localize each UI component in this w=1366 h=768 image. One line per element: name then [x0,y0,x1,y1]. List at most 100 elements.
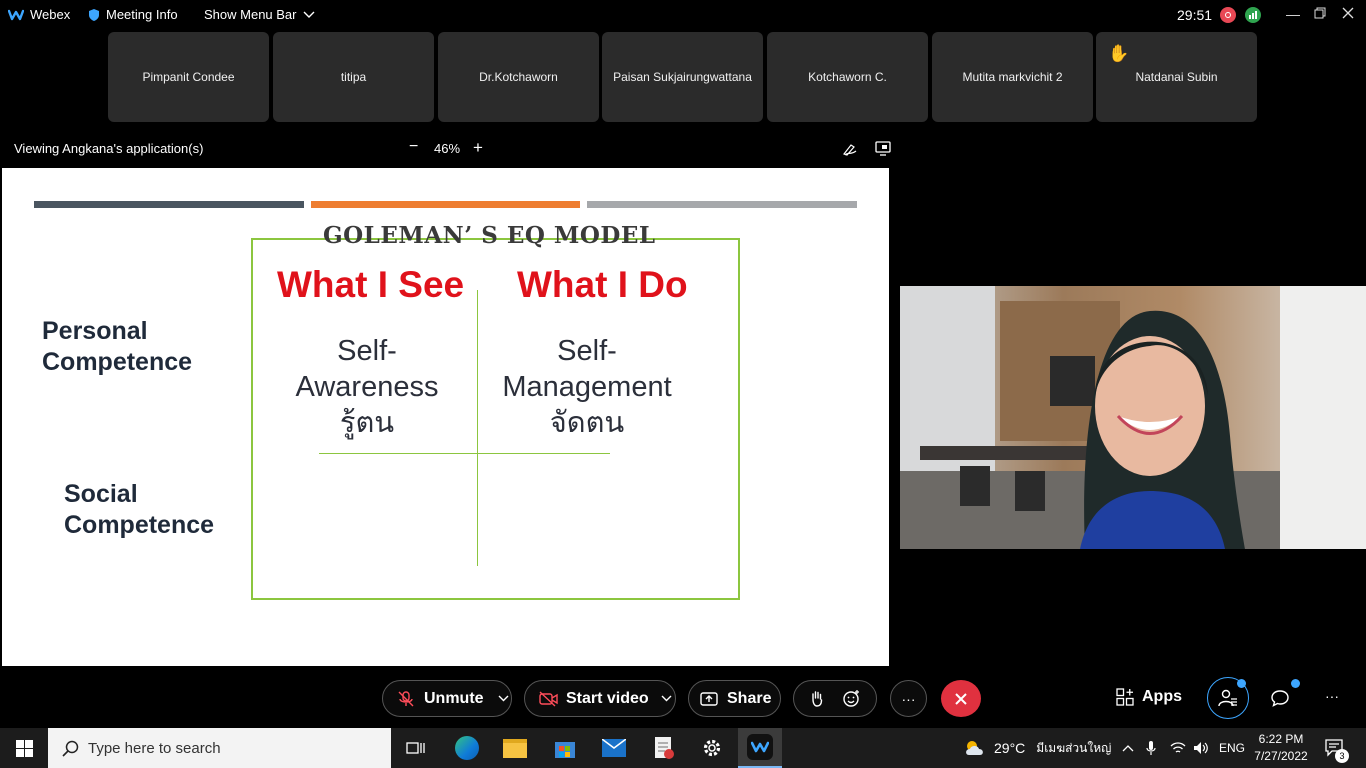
participant-name: Mutita markvichit 2 [962,70,1063,84]
unmute-button[interactable]: Unmute [382,680,512,717]
show-hidden-icons[interactable] [1122,728,1134,768]
webex-app-menu[interactable]: Webex [8,7,70,22]
zoom-in-button[interactable]: + [473,138,483,158]
weather-description: มีเมฆส่วนใหญ่ [1036,740,1112,755]
webex-taskbar-icon[interactable] [738,728,782,768]
participant-name: Dr.Kotchaworn [479,70,558,84]
more-panels-icon[interactable]: ··· [1325,688,1339,704]
raised-hand-icon: ✋ [1108,44,1130,63]
task-view-icon[interactable] [402,734,430,762]
input-language[interactable]: ENG [1219,728,1245,768]
microphone-tray-icon[interactable] [1146,728,1156,768]
settings-gear-icon[interactable] [698,734,726,762]
close-window-icon[interactable] [1342,6,1354,22]
cell-self-management: Self- Management จัดตน [492,333,682,441]
clock-time: 6:22 PM [1258,732,1304,746]
clock-date: 7/27/2022 [1254,749,1308,763]
microsoft-store-icon[interactable] [551,734,579,762]
volume-icon[interactable] [1193,728,1209,768]
cell-line: Management [502,371,672,403]
cell-line: Awareness [295,371,439,403]
cell-line: จัดตน [549,407,625,439]
share-label: Share [727,689,772,707]
slide-bar-gray [587,201,857,208]
cell-self-awareness: Self- Awareness รู้ตน [277,333,457,441]
participant-tile[interactable]: ✋ Natdanai Subin [1096,32,1257,122]
slide-title: GOLEMAN’ S EQ MODEL [323,222,656,249]
apps-label: Apps [1142,688,1182,705]
chevron-down-icon[interactable] [498,695,509,702]
participant-tile[interactable]: Mutita markvichit 2 [932,32,1093,122]
presenter-video[interactable] [900,286,1366,549]
notification-dot [1291,679,1300,688]
row-label-line: Personal [42,317,148,345]
cell-line: Self- [337,335,397,367]
participant-tile[interactable]: titipa [273,32,434,122]
search-icon [62,740,79,757]
windows-start-icon[interactable] [10,734,38,762]
shield-icon [89,8,99,21]
restore-icon[interactable] [1314,6,1326,22]
participant-name: titipa [340,70,367,84]
notification-center-icon[interactable]: 3 [1325,728,1349,768]
edge-browser-icon[interactable] [453,734,481,762]
cell-line: รู้ตน [339,407,395,439]
wifi-icon[interactable] [1170,728,1186,768]
reactions-group [793,680,877,717]
slide-bar-dark [34,201,304,208]
close-icon [955,692,967,705]
pop-out-icon[interactable] [875,141,891,156]
participant-tile[interactable]: Pimpanit Condee [108,32,269,122]
weather-widget[interactable]: 29°C มีเมฆส่วนใหญ่ [963,728,1111,768]
chat-button[interactable] [1270,679,1300,712]
document-app-icon[interactable] [650,734,678,762]
participant-tile[interactable]: Paisan Sukjairungwattana [602,32,763,122]
participants-button[interactable] [1207,677,1249,719]
notification-count-badge: 3 [1335,749,1349,763]
mail-icon[interactable] [600,734,628,762]
windows-taskbar: Type here to search 29°C มีเมฆส่วนใหญ่ E… [0,728,1366,768]
raise-hand-icon[interactable] [809,690,825,707]
meeting-timer: 29:51 [1177,7,1213,23]
participant-name: Natdanai Subin [1135,70,1218,84]
participant-tile[interactable]: Kotchaworn C. [767,32,928,122]
show-menu-bar-label: Show Menu Bar [204,7,297,22]
row-label-line: Social [64,480,138,508]
show-menu-bar-button[interactable]: Show Menu Bar [204,7,315,22]
taskbar-clock[interactable]: 6:22 PM 7/27/2022 [1250,731,1312,765]
share-button[interactable]: Share [688,680,781,717]
annotate-icon[interactable] [842,141,858,157]
apps-grid-icon [1116,688,1134,706]
grid-vertical-line [477,290,478,566]
taskbar-search-input[interactable]: Type here to search [48,728,391,768]
chevron-down-icon[interactable] [661,695,672,702]
more-options-icon: ··· [901,690,916,707]
unmute-label: Unmute [424,689,484,707]
network-stats-icon[interactable] [1245,7,1261,23]
cloud-icon [966,741,983,755]
participant-name: Kotchaworn C. [808,70,887,84]
meeting-info-label: Meeting Info [106,7,178,22]
meeting-info-button[interactable]: Meeting Info [88,7,178,22]
leave-meeting-button[interactable] [941,680,981,717]
share-screen-icon [700,691,718,706]
row-label-line: Competence [64,511,215,539]
more-options-button[interactable]: ··· [890,680,927,717]
apps-button[interactable]: Apps [1116,688,1182,706]
reactions-icon[interactable] [842,689,861,708]
row-label-line: Competence [42,348,193,376]
zoom-out-button[interactable]: − [409,138,418,156]
recording-icon[interactable] [1220,7,1236,23]
file-explorer-icon[interactable] [501,734,529,762]
cell-line: Self- [557,335,617,367]
participant-tile[interactable]: Dr.Kotchaworn [438,32,599,122]
start-video-button[interactable]: Start video [524,680,676,717]
zoom-level: 46% [434,141,461,156]
notification-dot [1237,679,1246,688]
row-label-social-competence: Social Competence [64,479,214,541]
participant-name: Paisan Sukjairungwattana [613,70,752,84]
start-video-label: Start video [566,689,649,707]
webex-top-bar: Webex Meeting Info Show Menu Bar 29:51 — [0,0,1366,30]
minimize-icon[interactable]: — [1286,6,1300,22]
row-label-personal-competence: Personal Competence [42,316,192,378]
